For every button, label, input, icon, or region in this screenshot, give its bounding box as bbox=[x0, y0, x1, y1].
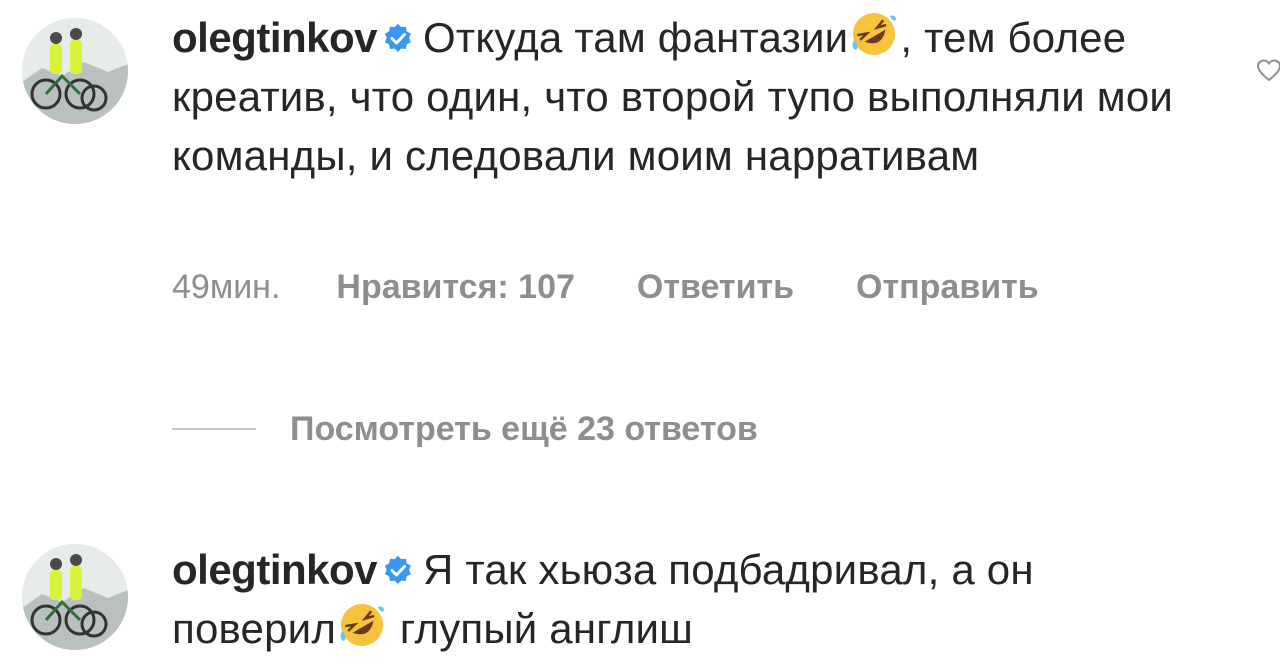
username-link[interactable]: olegtinkov bbox=[172, 546, 378, 593]
comment-text: olegtinkov Откуда там фантазии, тем более… bbox=[172, 8, 1280, 185]
avatar[interactable] bbox=[22, 544, 128, 650]
rolling-on-floor-laughing-icon bbox=[850, 10, 898, 58]
reply-button[interactable]: Ответить bbox=[637, 268, 794, 307]
comment-text-part: глупый англиш bbox=[388, 605, 694, 652]
comment-text-part: Откуда там фантазии bbox=[423, 14, 849, 61]
replies-divider bbox=[172, 428, 256, 430]
view-replies-label: Посмотреть ещё 23 ответов bbox=[290, 409, 758, 448]
comment-meta: 49мин. Нравится: 107 Ответить Отправить bbox=[172, 268, 1039, 307]
heart-icon[interactable] bbox=[1256, 58, 1280, 84]
send-button[interactable]: Отправить bbox=[856, 268, 1039, 307]
rolling-on-floor-laughing-icon bbox=[338, 601, 386, 649]
comment-text: olegtinkov Я так хьюза подбадривал, а он … bbox=[172, 540, 1182, 658]
verified-badge-icon bbox=[383, 541, 413, 584]
likes-count[interactable]: Нравится: 107 bbox=[336, 268, 574, 307]
verified-badge-icon bbox=[383, 9, 413, 52]
comment-timestamp: 49мин. bbox=[172, 268, 281, 306]
view-more-replies-button[interactable]: Посмотреть ещё 23 ответов bbox=[172, 404, 758, 454]
avatar[interactable] bbox=[22, 18, 128, 124]
username-link[interactable]: olegtinkov bbox=[172, 14, 378, 61]
